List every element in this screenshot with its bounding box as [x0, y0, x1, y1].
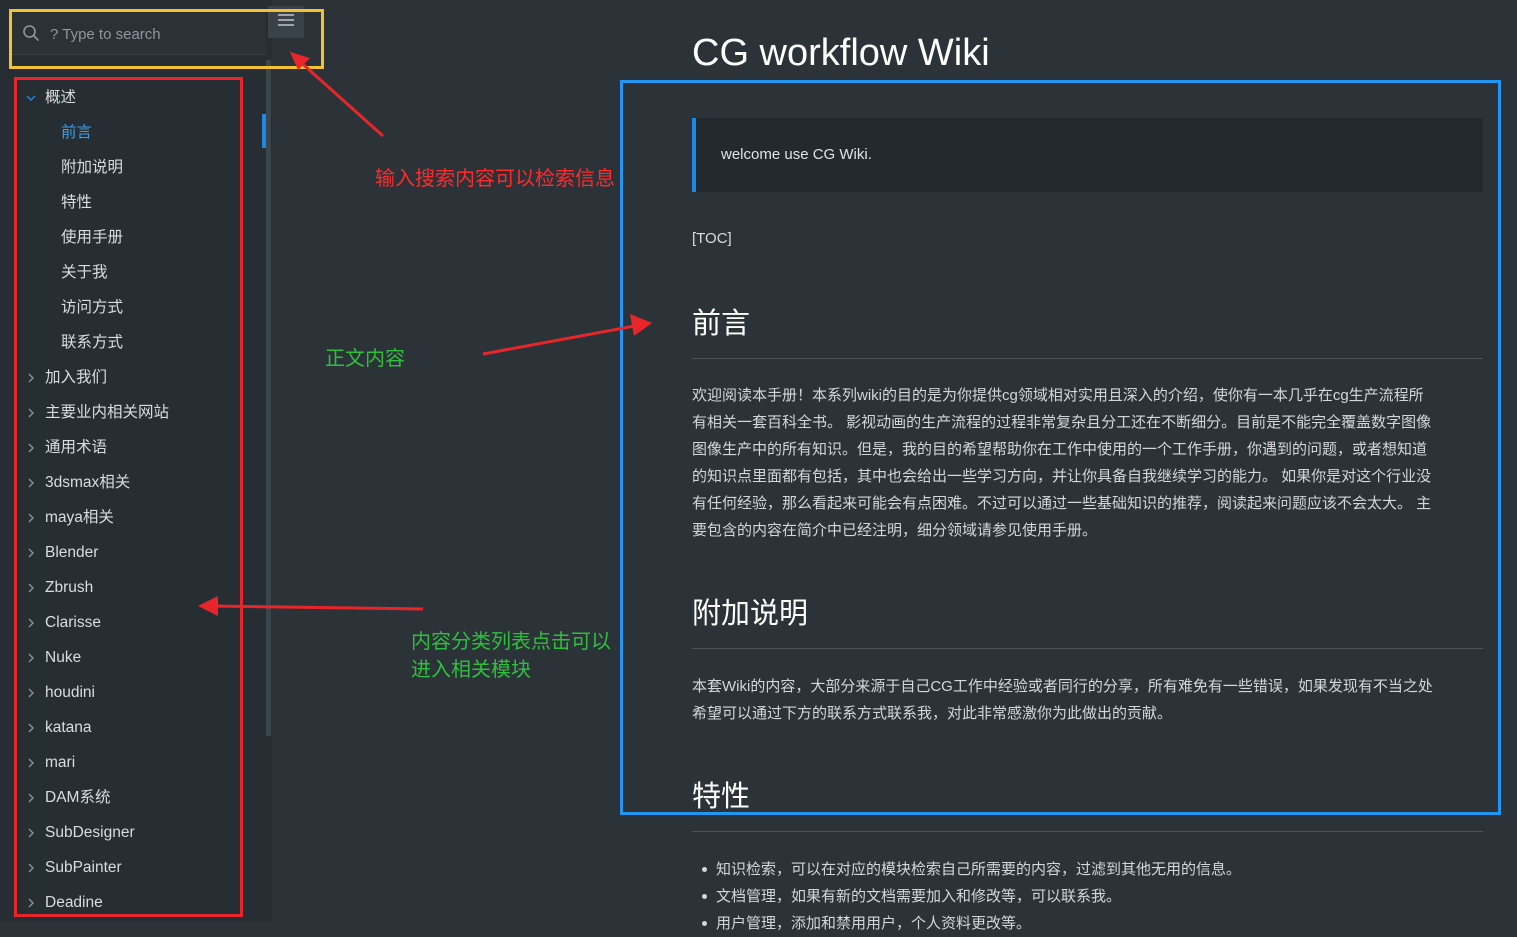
nav-annotation-line: 内容分类列表点击可以 [411, 631, 611, 653]
page-title: CG workflow Wiki [692, 32, 990, 74]
nav-annotation-line: 进入相关模块 [411, 659, 531, 681]
feature-list-item: 知识检索，可以在对应的模块检索自己所需要的内容，过滤到其他无用的信息。 [692, 856, 1483, 883]
content-highlight-box [620, 80, 1501, 815]
nav-highlight-box [14, 77, 243, 917]
feature-list-item: 文档管理，如果有新的文档需要加入和修改等，可以联系我。 [692, 883, 1483, 910]
search-annotation-note: 输入搜索内容可以检索信息 [375, 168, 615, 190]
sidebar-scrollbar[interactable] [266, 60, 271, 736]
features-list: 知识检索，可以在对应的模块检索自己所需要的内容，过滤到其他无用的信息。 文档管理，… [692, 856, 1483, 937]
feature-list-item: 用户管理，添加和禁用用户，个人资料更改等。 [692, 910, 1483, 937]
content-annotation-note: 正文内容 [325, 348, 405, 370]
nav-annotation-note: 内容分类列表点击可以 进入相关模块 [411, 628, 611, 684]
search-highlight-box [9, 9, 324, 69]
